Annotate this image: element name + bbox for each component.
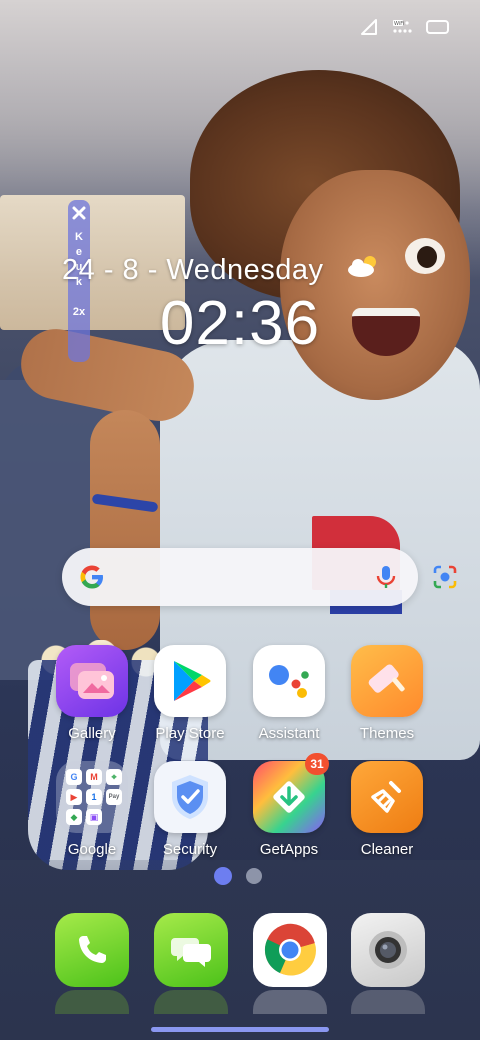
camera-icon bbox=[369, 931, 407, 969]
dock-chrome[interactable] bbox=[253, 913, 327, 987]
home-screen: WiFi K e u k 2x 24 - 8 - Wednesday 02:36… bbox=[0, 0, 480, 1040]
folder-google[interactable]: G M ⌖ ▶ 1 Pay ◆ ▣ Google bbox=[44, 761, 140, 871]
dock-messages[interactable] bbox=[154, 913, 228, 987]
app-themes[interactable]: Themes bbox=[339, 645, 435, 755]
dock-reflection bbox=[253, 990, 327, 1014]
wallpaper-forearm bbox=[90, 410, 160, 650]
maps-mini-icon: ⌖ bbox=[106, 769, 122, 785]
google-mini-icon: G bbox=[66, 769, 82, 785]
dock-reflection bbox=[55, 990, 129, 1014]
app-label: Assistant bbox=[258, 725, 320, 742]
wallpaper-eye bbox=[405, 238, 445, 274]
page-dot[interactable] bbox=[246, 868, 262, 884]
app-label: GetApps bbox=[259, 841, 319, 858]
gallery-icon bbox=[56, 645, 128, 717]
assistant-icon bbox=[253, 645, 325, 717]
status-bar: WiFi bbox=[360, 16, 450, 38]
getapps-icon: 31 bbox=[253, 753, 329, 833]
messages-icon bbox=[171, 938, 211, 967]
play-store-icon bbox=[154, 645, 226, 717]
dock-phone[interactable] bbox=[55, 913, 129, 987]
gmail-mini-icon: M bbox=[86, 769, 102, 785]
app-label: Gallery bbox=[68, 725, 116, 742]
app-label: Play Store bbox=[155, 725, 225, 742]
page-dot-active[interactable] bbox=[214, 867, 232, 885]
clock-time[interactable]: 02:36 bbox=[140, 288, 340, 364]
mic-icon[interactable] bbox=[375, 564, 397, 595]
photos-mini-icon: ▣ bbox=[86, 809, 102, 825]
partly-cloudy-icon bbox=[346, 253, 380, 287]
broom-icon bbox=[351, 761, 423, 833]
signal-icon bbox=[360, 18, 378, 36]
page-indicator[interactable] bbox=[214, 867, 262, 885]
one-mini-icon: 1 bbox=[86, 789, 102, 805]
app-label: Themes bbox=[359, 725, 415, 742]
close-icon bbox=[72, 206, 86, 220]
overlay-letter: K bbox=[75, 231, 83, 243]
shield-icon bbox=[154, 761, 226, 833]
app-play-store[interactable]: Play Store bbox=[142, 645, 238, 755]
themes-icon bbox=[351, 645, 423, 717]
pay-mini-icon: Pay bbox=[106, 789, 122, 805]
phone-icon bbox=[79, 936, 106, 963]
overlay-close-button[interactable] bbox=[68, 202, 90, 224]
app-cleaner[interactable]: Cleaner bbox=[339, 761, 435, 871]
app-security[interactable]: Security bbox=[142, 761, 238, 871]
app-assistant[interactable]: Assistant bbox=[241, 645, 337, 755]
lens-icon[interactable] bbox=[432, 564, 458, 595]
dock-reflection bbox=[351, 990, 425, 1014]
app-label: Cleaner bbox=[360, 841, 414, 858]
home-indicator[interactable] bbox=[151, 1027, 329, 1032]
folder-icon: G M ⌖ ▶ 1 Pay ◆ ▣ bbox=[56, 761, 128, 833]
youtube-mini-icon: ▶ bbox=[66, 789, 82, 805]
date-text: 24 - 8 - Wednesday bbox=[62, 253, 324, 286]
svg-text:WiFi: WiFi bbox=[394, 21, 404, 27]
app-label: Security bbox=[162, 841, 218, 858]
google-logo-icon bbox=[78, 563, 106, 596]
app-getapps[interactable]: 31 GetApps bbox=[241, 753, 337, 871]
app-label: Google bbox=[67, 841, 117, 858]
dock-camera[interactable] bbox=[351, 913, 425, 987]
app-gallery[interactable]: Gallery bbox=[44, 645, 140, 755]
android-mini-icon: ◆ bbox=[66, 809, 82, 825]
chrome-icon bbox=[264, 923, 316, 976]
wifi-icon: WiFi bbox=[392, 19, 412, 35]
google-search-bar[interactable] bbox=[62, 548, 457, 606]
notification-badge: 31 bbox=[305, 753, 329, 775]
overlay-speed-button[interactable]: 2x bbox=[73, 306, 85, 318]
clock-widget-date[interactable]: 24 - 8 - Wednesday bbox=[62, 250, 402, 290]
dock-reflection bbox=[154, 990, 228, 1014]
battery-icon bbox=[426, 20, 450, 34]
